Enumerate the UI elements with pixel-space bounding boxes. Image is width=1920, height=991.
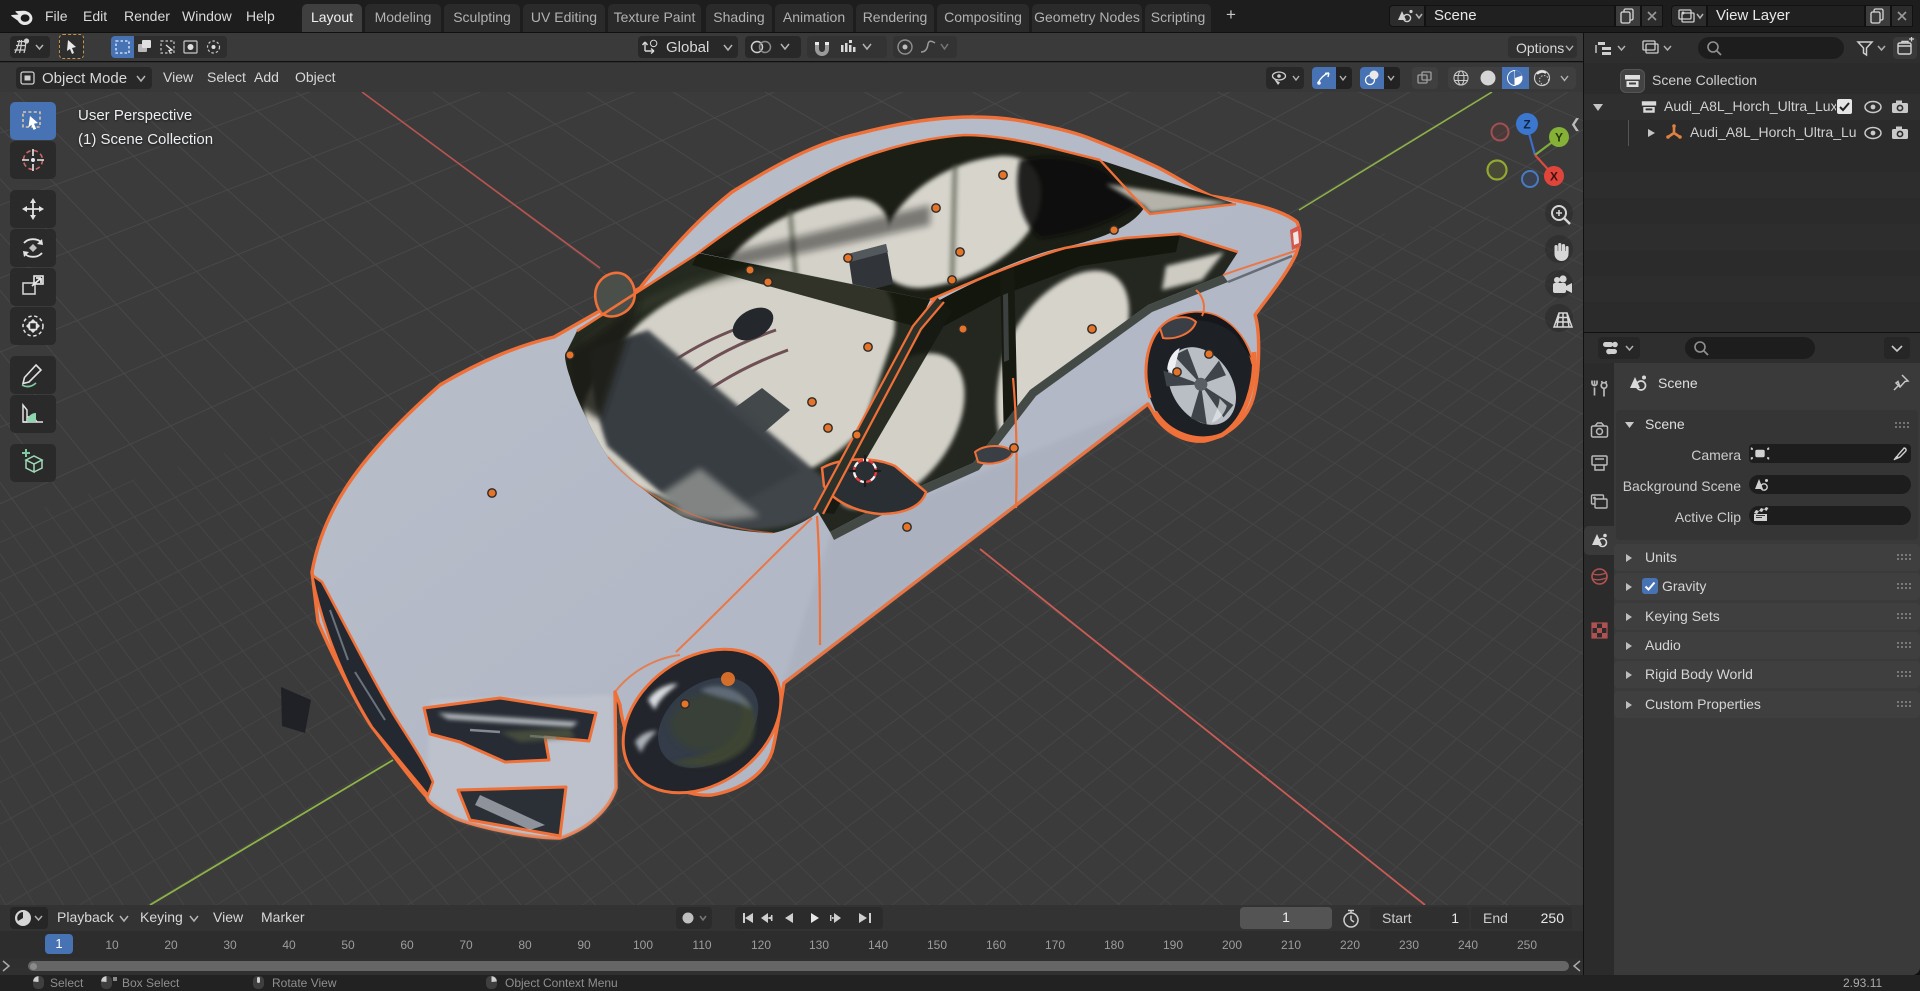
svg-text:X: X [1550, 170, 1558, 184]
svg-text:Y: Y [1555, 131, 1563, 145]
svg-text:Z: Z [1523, 118, 1530, 132]
